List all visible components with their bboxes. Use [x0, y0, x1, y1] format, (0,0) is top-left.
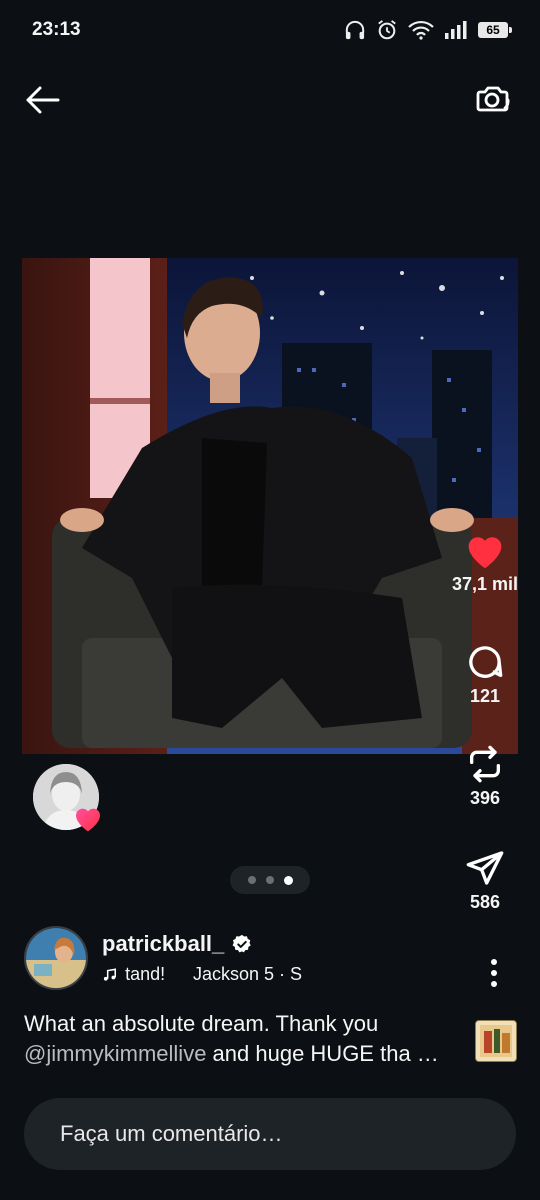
- comment-icon: [469, 646, 503, 678]
- more-options-button[interactable]: [482, 956, 506, 990]
- wifi-icon: [408, 20, 434, 40]
- paper-plane-icon: [466, 851, 504, 885]
- comment-placeholder: Faça um comentário…: [60, 1121, 283, 1146]
- repost-button[interactable]: 396: [430, 744, 540, 809]
- album-cover-thumbnail[interactable]: [475, 1020, 517, 1062]
- comment-input[interactable]: Faça um comentário…: [24, 1098, 516, 1170]
- signal-icon: [445, 21, 467, 39]
- battery-icon: 65: [478, 22, 512, 38]
- carousel-dot: [247, 876, 256, 884]
- caption-line-1: What an absolute dream. Thank you: [24, 1011, 379, 1036]
- repost-count: 396: [469, 788, 501, 808]
- music-note-icon: [103, 967, 117, 981]
- share-button[interactable]: 586: [430, 848, 540, 913]
- repost-icon: [470, 745, 500, 783]
- caption-line-2: @jimmykimmellive and huge HUGE tha …: [24, 1039, 464, 1069]
- album-cover-image: [476, 1021, 516, 1061]
- share-count: 586: [469, 892, 501, 912]
- arrow-left-icon: [26, 86, 60, 114]
- status-bar: 23:13 65: [0, 0, 540, 60]
- caption-line-2-text: and huge HUGE tha …: [206, 1041, 439, 1066]
- top-bar: [0, 70, 540, 126]
- status-icons: 65: [344, 19, 512, 41]
- headphones-icon: [345, 20, 365, 40]
- author-username-row[interactable]: patrickball_: [102, 931, 252, 957]
- comment-count: 121: [469, 686, 501, 706]
- verified-badge-icon: [232, 934, 251, 953]
- camera-switch-icon: [476, 86, 510, 112]
- author-avatar[interactable]: [24, 926, 88, 990]
- music-artist: Jackson 5 · S: [192, 964, 302, 984]
- back-button[interactable]: [22, 80, 62, 120]
- music-attribution[interactable]: tand! Jackson 5 · S: [102, 964, 302, 985]
- caption-mention[interactable]: @jimmykimmellive: [24, 1041, 206, 1066]
- post-caption[interactable]: What an absolute dream. Thank you @jimmy…: [24, 1009, 464, 1069]
- like-count: 37,1 mil: [451, 574, 519, 594]
- liker-heart-icon: [72, 802, 104, 834]
- status-time: 23:13: [32, 19, 81, 40]
- author-username: patrickball_: [102, 931, 225, 956]
- carousel-dot: [265, 876, 274, 884]
- heart-filled-icon: [468, 537, 502, 569]
- comment-button[interactable]: 121: [430, 642, 540, 707]
- like-button[interactable]: 37,1 mil: [430, 530, 540, 595]
- carousel-indicator: [230, 866, 310, 894]
- music-track: tand!: [125, 964, 166, 984]
- carousel-dot-active: [283, 875, 293, 885]
- alarm-icon: [378, 20, 396, 40]
- author-avatar-image: [26, 928, 86, 988]
- camera-switch-button[interactable]: [472, 78, 512, 118]
- more-vertical-icon: [491, 959, 497, 987]
